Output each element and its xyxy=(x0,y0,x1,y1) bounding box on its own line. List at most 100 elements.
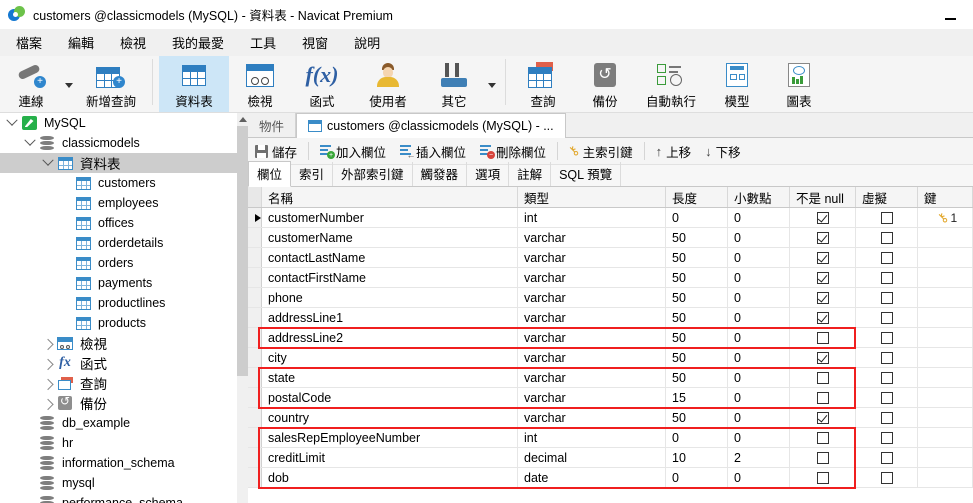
field-virtual-checkbox[interactable] xyxy=(856,308,918,327)
checkbox-icon[interactable] xyxy=(816,471,829,484)
tree-node-11[interactable]: 檢視 xyxy=(0,333,237,353)
field-decimals-cell[interactable]: 0 xyxy=(728,288,790,307)
checkbox-icon[interactable] xyxy=(880,231,893,244)
field-type-cell[interactable]: varchar xyxy=(518,388,666,407)
field-virtual-checkbox[interactable] xyxy=(856,448,918,467)
checkbox-icon[interactable] xyxy=(816,291,829,304)
row-gutter[interactable] xyxy=(248,268,262,287)
ribbon-button-others[interactable]: 其它 xyxy=(423,56,485,112)
column-header-type[interactable]: 類型 xyxy=(518,187,666,207)
checkbox-icon[interactable] xyxy=(880,351,893,364)
ribbon-button-query[interactable]: 查詢 xyxy=(512,56,574,112)
field-decimals-cell[interactable]: 0 xyxy=(728,428,790,447)
field-name-cell[interactable]: addressLine2 xyxy=(262,328,518,347)
tree-node-10[interactable]: products xyxy=(0,313,237,333)
editor-tab-0[interactable]: 物件 xyxy=(248,113,297,137)
fields-grid-body[interactable]: customerNumber int 0 0 ⚷ 1 customerName varchar… xyxy=(248,208,973,488)
ribbon-button-backup[interactable]: ↺ 備份 xyxy=(574,56,636,112)
ribbon-button-automation[interactable]: 自動執行 xyxy=(636,56,706,112)
subtab-5[interactable]: 註解 xyxy=(509,162,552,186)
field-notnull-checkbox[interactable] xyxy=(790,308,856,327)
field-key-cell[interactable] xyxy=(918,368,973,387)
table-row[interactable]: dob date 0 0 xyxy=(248,468,973,488)
table-row[interactable]: addressLine2 varchar 50 0 xyxy=(248,328,973,348)
ribbon-button-model[interactable]: 模型 xyxy=(706,56,768,112)
tree-node-17[interactable]: information_schema xyxy=(0,453,237,473)
table-row[interactable]: customerNumber int 0 0 ⚷ 1 xyxy=(248,208,973,228)
row-gutter[interactable] xyxy=(248,408,262,427)
subtab-3[interactable]: 觸發器 xyxy=(413,162,468,186)
checkbox-icon[interactable] xyxy=(816,451,829,464)
field-name-cell[interactable]: contactFirstName xyxy=(262,268,518,287)
row-gutter[interactable] xyxy=(248,228,262,247)
chevron-right-icon[interactable] xyxy=(40,353,56,373)
field-virtual-checkbox[interactable] xyxy=(856,388,918,407)
menu-item-6[interactable]: 說明 xyxy=(344,30,390,55)
row-gutter[interactable] xyxy=(248,248,262,267)
tree-node-4[interactable]: employees xyxy=(0,193,237,213)
field-notnull-checkbox[interactable] xyxy=(790,268,856,287)
ribbon-button-view[interactable]: 檢視 xyxy=(229,56,291,112)
column-header-name[interactable]: 名稱 xyxy=(262,187,518,207)
field-key-cell[interactable] xyxy=(918,308,973,327)
field-key-cell[interactable] xyxy=(918,288,973,307)
field-virtual-checkbox[interactable] xyxy=(856,328,918,347)
field-key-cell[interactable] xyxy=(918,328,973,347)
checkbox-icon[interactable] xyxy=(880,451,893,464)
field-length-cell[interactable]: 50 xyxy=(666,248,728,267)
field-notnull-checkbox[interactable] xyxy=(790,388,856,407)
field-virtual-checkbox[interactable] xyxy=(856,288,918,307)
field-type-cell[interactable]: varchar xyxy=(518,368,666,387)
checkbox-icon[interactable] xyxy=(880,311,893,324)
toolbar-button-save[interactable]: 儲存 xyxy=(248,139,304,163)
field-type-cell[interactable]: int xyxy=(518,428,666,447)
checkbox-icon[interactable] xyxy=(880,371,893,384)
field-decimals-cell[interactable]: 0 xyxy=(728,248,790,267)
field-name-cell[interactable]: postalCode xyxy=(262,388,518,407)
field-virtual-checkbox[interactable] xyxy=(856,248,918,267)
field-notnull-checkbox[interactable] xyxy=(790,428,856,447)
field-name-cell[interactable]: creditLimit xyxy=(262,448,518,467)
tree-node-7[interactable]: orders xyxy=(0,253,237,273)
subtab-0[interactable]: 欄位 xyxy=(248,161,292,187)
field-name-cell[interactable]: country xyxy=(262,408,518,427)
field-length-cell[interactable]: 0 xyxy=(666,428,728,447)
ribbon-button-user[interactable]: 使用者 xyxy=(353,56,423,112)
checkbox-icon[interactable] xyxy=(816,231,829,244)
checkbox-icon[interactable] xyxy=(816,431,829,444)
checkbox-icon[interactable] xyxy=(880,291,893,304)
field-type-cell[interactable]: varchar xyxy=(518,328,666,347)
field-length-cell[interactable]: 50 xyxy=(666,308,728,327)
field-name-cell[interactable]: contactLastName xyxy=(262,248,518,267)
table-row[interactable]: country varchar 50 0 xyxy=(248,408,973,428)
field-type-cell[interactable]: date xyxy=(518,468,666,487)
tree-node-6[interactable]: orderdetails xyxy=(0,233,237,253)
field-decimals-cell[interactable]: 0 xyxy=(728,328,790,347)
column-header-notnull[interactable]: 不是 null xyxy=(790,187,856,207)
tree-node-0[interactable]: MySQL xyxy=(0,113,237,133)
field-notnull-checkbox[interactable] xyxy=(790,228,856,247)
tree-node-14[interactable]: 備份 xyxy=(0,393,237,413)
chevron-down-icon[interactable] xyxy=(40,153,56,173)
field-decimals-cell[interactable]: 0 xyxy=(728,348,790,367)
field-virtual-checkbox[interactable] xyxy=(856,428,918,447)
table-row[interactable]: customerName varchar 50 0 xyxy=(248,228,973,248)
table-row[interactable]: state varchar 50 0 xyxy=(248,368,973,388)
field-virtual-checkbox[interactable] xyxy=(856,208,918,227)
field-length-cell[interactable]: 0 xyxy=(666,468,728,487)
field-length-cell[interactable]: 50 xyxy=(666,348,728,367)
field-decimals-cell[interactable]: 0 xyxy=(728,268,790,287)
checkbox-icon[interactable] xyxy=(816,371,829,384)
tree-node-12[interactable]: fx 函式 xyxy=(0,353,237,373)
minimize-button[interactable] xyxy=(937,6,963,24)
field-type-cell[interactable]: varchar xyxy=(518,308,666,327)
field-decimals-cell[interactable]: 0 xyxy=(728,408,790,427)
ribbon-button-table[interactable]: 資料表 xyxy=(159,56,229,112)
row-gutter[interactable] xyxy=(248,448,262,467)
menu-item-1[interactable]: 編輯 xyxy=(58,30,104,55)
checkbox-icon[interactable] xyxy=(816,271,829,284)
tree-node-9[interactable]: productlines xyxy=(0,293,237,313)
checkbox-icon[interactable] xyxy=(880,271,893,284)
field-notnull-checkbox[interactable] xyxy=(790,208,856,227)
row-gutter[interactable] xyxy=(248,308,262,327)
